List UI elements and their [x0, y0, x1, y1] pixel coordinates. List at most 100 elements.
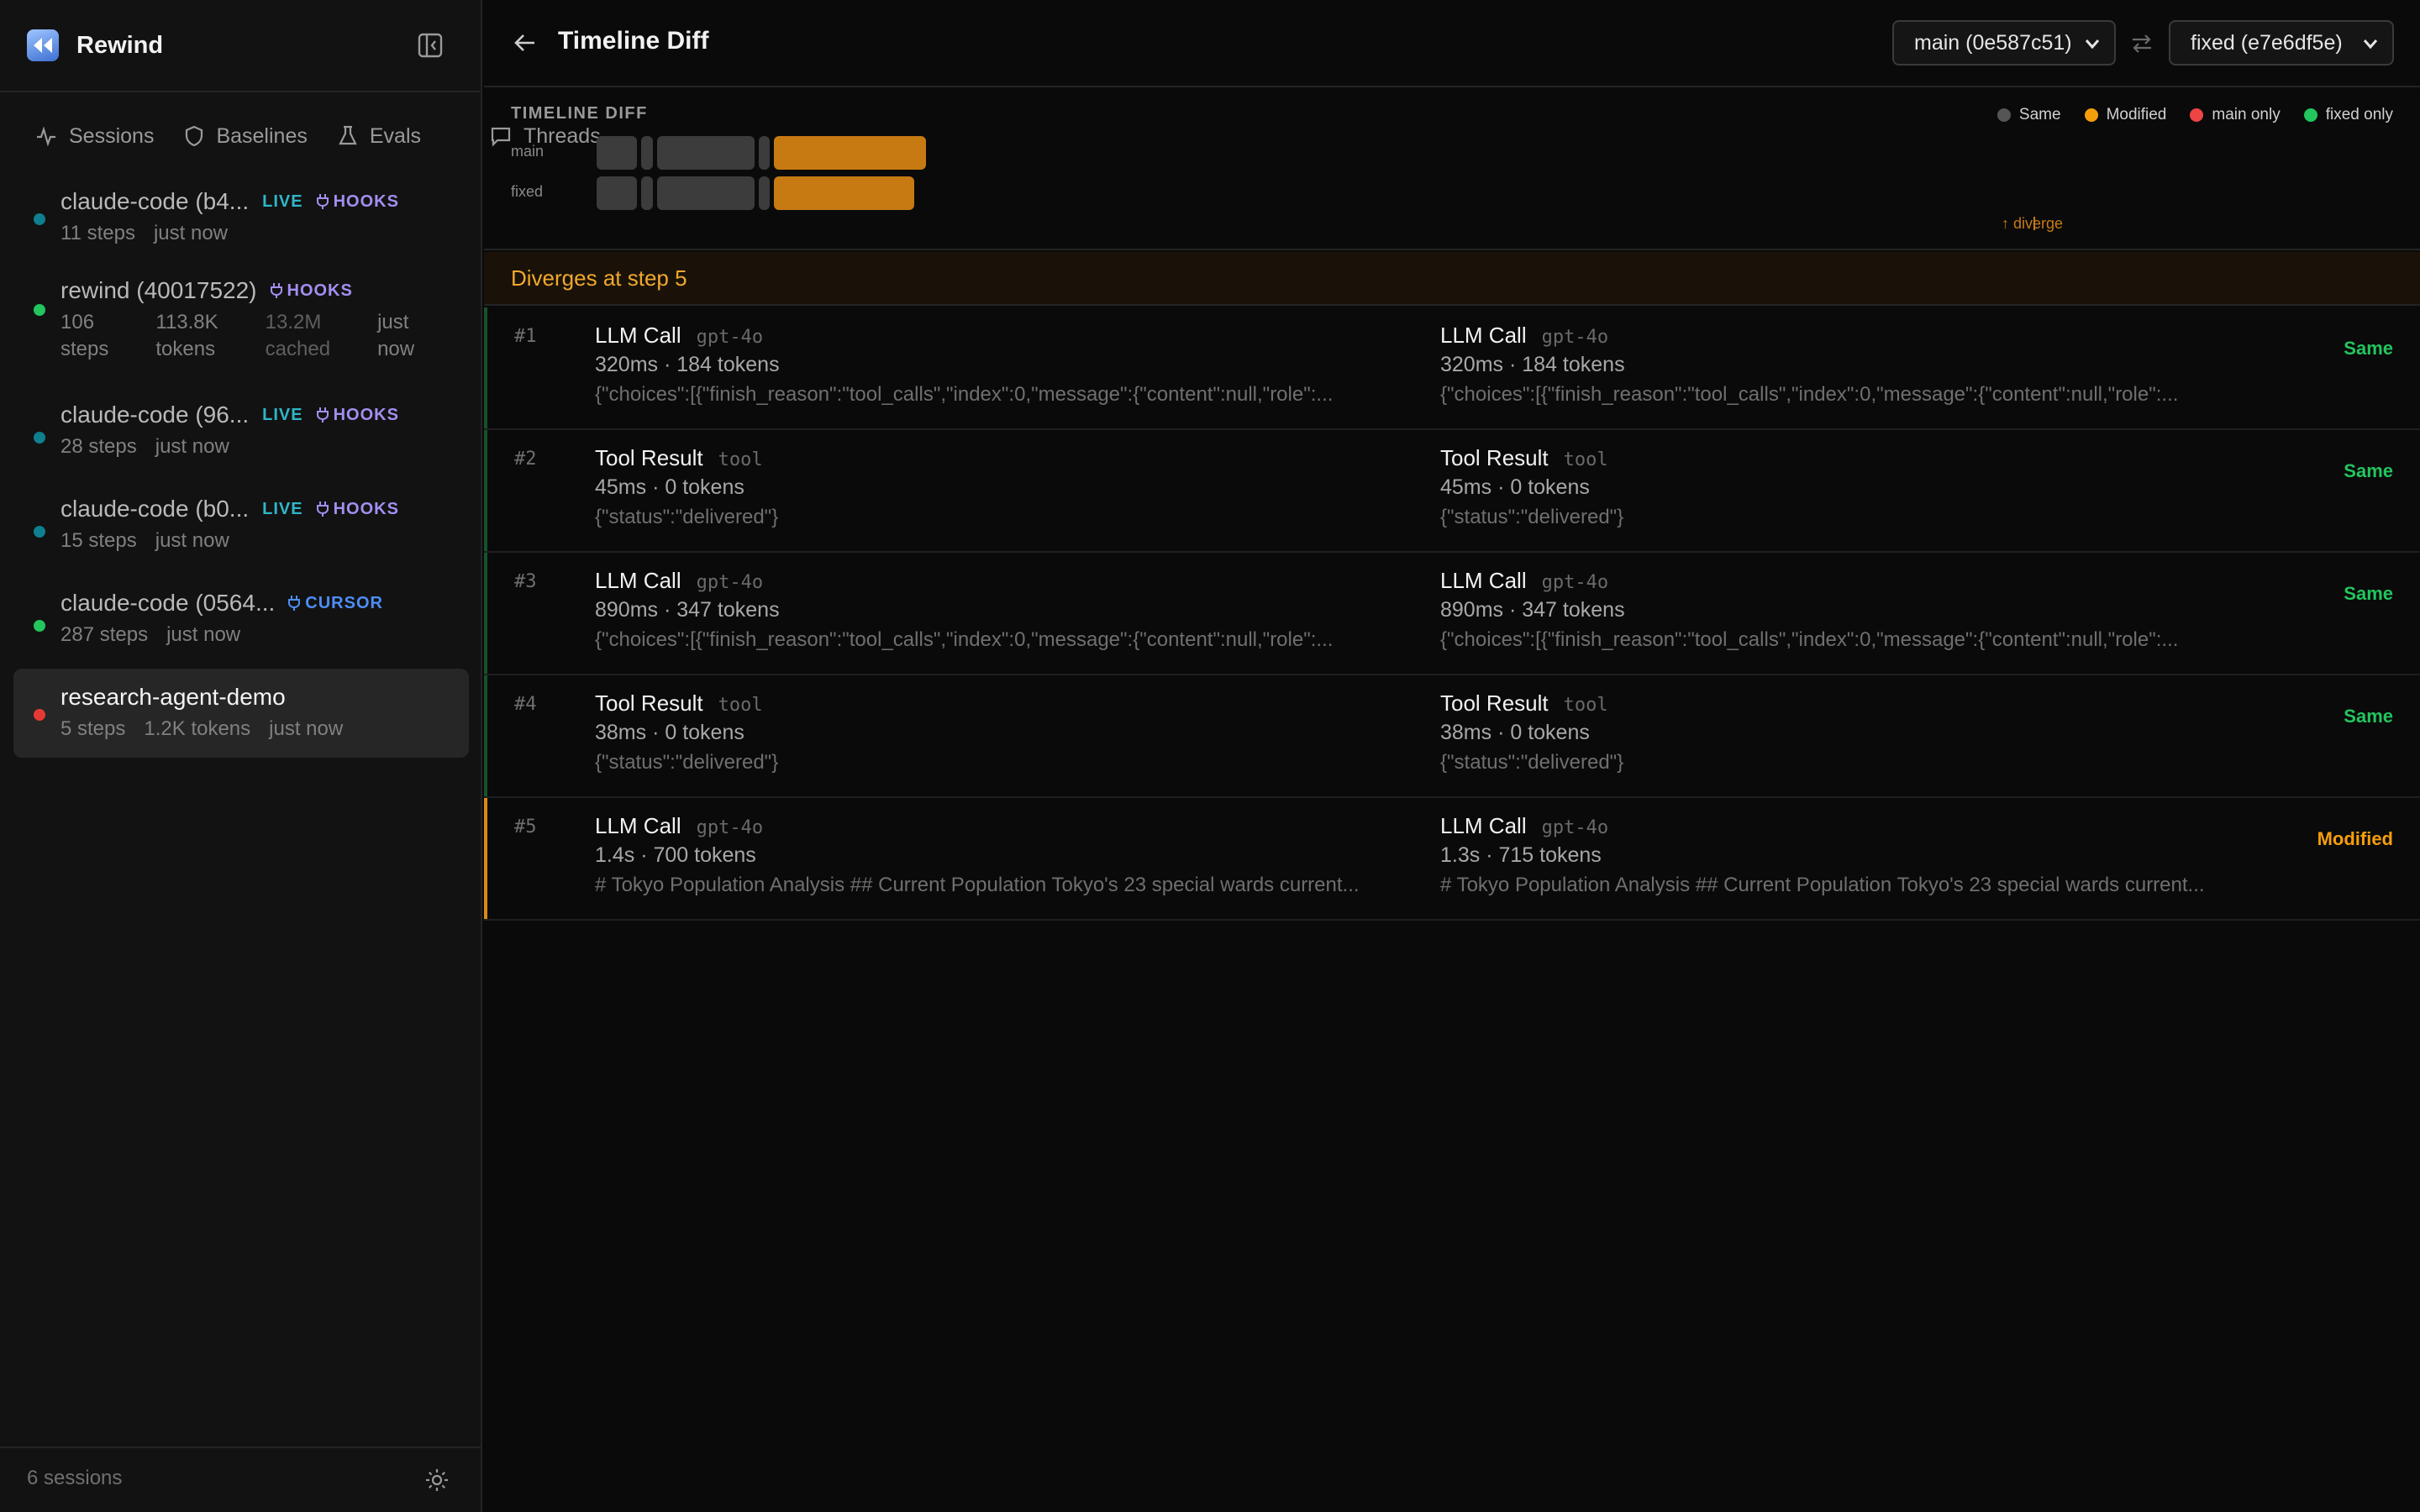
right-step: Tool Result tool 45ms · 0 tokens {"status… — [1440, 445, 2264, 534]
session-steps: 28 steps — [60, 435, 137, 458]
session-steps: 15 steps — [60, 529, 137, 552]
brand[interactable]: Rewind — [27, 29, 163, 62]
step-number: #1 — [514, 326, 537, 347]
legend-swatch — [1996, 108, 2011, 122]
live-badge: LIVE — [262, 192, 303, 211]
legend-label: Same — [2018, 106, 2061, 123]
step-name: LLM Call — [1440, 813, 1527, 838]
timeline-segment-same[interactable] — [657, 176, 755, 210]
step-stats: 45ms · 0 tokens — [1440, 475, 1590, 499]
session-steps: 5 steps — [60, 717, 126, 740]
session-item[interactable]: claude-code (96... LIVE HOOKS 28 steps j… — [13, 386, 469, 480]
plug-icon — [270, 283, 282, 298]
timeline-segment-modified[interactable] — [774, 176, 914, 210]
divergence-banner: Diverges at step 5 — [484, 252, 2420, 306]
meta-value: 106 — [60, 311, 95, 333]
lane-label-main: main — [511, 143, 544, 160]
step-diff-row[interactable]: #1 LLM Call gpt-4o 320ms · 184 tokens {"c… — [484, 307, 2420, 430]
collapse-sidebar-icon[interactable] — [417, 32, 444, 59]
left-timeline-select[interactable]: main (0e587c51) — [1892, 20, 2116, 66]
session-item[interactable]: claude-code (0564... CURSOR 287 steps ju… — [13, 575, 469, 669]
session-tokens: 1.2K tokens — [144, 717, 251, 740]
timeline-segment-same[interactable] — [641, 176, 653, 210]
activity-icon — [37, 126, 55, 147]
sidebar: Rewind Sessions Baselines Evals Threads … — [0, 0, 601, 1512]
lane-label-fixed: fixed — [511, 183, 544, 200]
overview-heading: TIMELINE DIFF — [511, 104, 648, 123]
row-accent — [484, 430, 487, 551]
badge-label: HOOKS — [333, 192, 399, 211]
timeline-segment-same[interactable] — [759, 136, 770, 170]
main-panel: Timeline Diff main (0e587c51) fixed (e7e… — [484, 0, 2420, 1512]
status-dot — [34, 526, 45, 538]
step-diff-row[interactable]: #2 Tool Result tool 45ms · 0 tokens {"sta… — [484, 430, 2420, 553]
session-title: claude-code (b4... — [60, 188, 250, 214]
session-item[interactable]: claude-code (b4... LIVE HOOKS 11 steps j… — [13, 173, 469, 262]
step-stats: 38ms · 0 tokens — [1440, 721, 1590, 744]
right-timeline-select[interactable]: fixed (e7e6df5e) — [2169, 20, 2394, 66]
step-diff-row[interactable]: #5 LLM Call gpt-4o 1.4s · 700 tokens # To… — [484, 798, 2420, 921]
step-stats: 38ms · 0 tokens — [595, 721, 744, 744]
chevron-down-icon — [2085, 39, 2100, 50]
step-type: gpt-4o — [696, 817, 764, 838]
left-step: LLM Call gpt-4o 320ms · 184 tokens {"choi… — [595, 323, 1418, 412]
step-diff-list: #1 LLM Call gpt-4o 320ms · 184 tokens {"c… — [484, 307, 2420, 921]
shield-icon — [186, 125, 203, 147]
step-body: # Tokyo Population Analysis ## Current P… — [595, 874, 1360, 896]
timeline-segment-modified[interactable] — [774, 136, 926, 170]
meta-unit: cached — [265, 338, 331, 360]
step-name: LLM Call — [1440, 323, 1527, 348]
step-body: # Tokyo Population Analysis ## Current P… — [1440, 874, 2205, 896]
left-step: LLM Call gpt-4o 1.4s · 700 tokens # Tokyo… — [595, 813, 1418, 902]
legend-label: Modified — [2106, 106, 2167, 123]
status-dot — [34, 213, 45, 225]
footer-divider — [0, 1446, 482, 1448]
timeline-segment-same[interactable] — [597, 176, 637, 210]
session-time: just now — [269, 717, 344, 740]
step-number: #5 — [514, 816, 537, 837]
diff-status: Modified — [2317, 828, 2393, 849]
sidebar-tabs: Sessions Baselines Evals — [35, 119, 451, 153]
step-diff-row[interactable]: #3 LLM Call gpt-4o 890ms · 347 tokens {"c… — [484, 553, 2420, 675]
row-accent — [484, 307, 487, 428]
session-item[interactable]: claude-code (b0... LIVE HOOKS 15 steps j… — [13, 480, 469, 575]
badge-label: HOOKS — [333, 405, 399, 424]
step-type: gpt-4o — [1541, 817, 1609, 838]
tab-sessions[interactable]: Sessions — [35, 119, 154, 153]
session-item[interactable]: rewind (40017522) HOOKS 106 steps 113.8K t… — [13, 262, 469, 386]
step-type: tool — [718, 695, 763, 716]
cursor-badge: CURSOR — [288, 594, 383, 613]
live-badge: LIVE — [262, 499, 303, 518]
tab-baselines[interactable]: Baselines — [184, 119, 308, 153]
back-arrow-icon[interactable] — [513, 30, 538, 60]
step-number: #4 — [514, 694, 537, 715]
timeline-segment-same[interactable] — [641, 136, 653, 170]
legend-item-same: Same — [1996, 106, 2061, 124]
step-diff-row[interactable]: #4 Tool Result tool 38ms · 0 tokens {"sta… — [484, 675, 2420, 798]
timeline-segment-same[interactable] — [597, 136, 637, 170]
swap-icon[interactable] — [2129, 32, 2154, 60]
session-time: just now — [166, 623, 241, 646]
timeline-segment-same[interactable] — [759, 176, 770, 210]
tab-label: Baselines — [216, 123, 308, 148]
right-step: LLM Call gpt-4o 320ms · 184 tokens {"choi… — [1440, 323, 2264, 412]
session-time: just now — [155, 435, 229, 458]
theme-toggle-sun-icon[interactable] — [424, 1467, 450, 1498]
legend-label: main only — [2212, 106, 2281, 123]
step-body: {"choices":[{"finish_reason":"tool_calls… — [595, 628, 1334, 651]
session-item-active[interactable]: research-agent-demo 5 steps 1.2K tokens … — [13, 669, 469, 758]
diff-status: Same — [2344, 706, 2393, 727]
flask-icon — [339, 125, 357, 145]
top-bar: Timeline Diff main (0e587c51) fixed (e7e… — [484, 0, 2420, 87]
legend: Same Modified main only fixed only — [1974, 106, 2393, 124]
plug-icon — [316, 194, 329, 209]
app-name: Rewind — [76, 31, 164, 59]
step-body: {"choices":[{"finish_reason":"tool_calls… — [595, 383, 1334, 406]
step-number: #3 — [514, 571, 537, 592]
meta-time: just now — [377, 309, 438, 363]
tab-evals[interactable]: Evals — [338, 119, 421, 153]
step-stats: 1.4s · 700 tokens — [595, 843, 756, 867]
left-step: Tool Result tool 38ms · 0 tokens {"status… — [595, 690, 1418, 780]
legend-swatch — [2190, 108, 2204, 122]
timeline-segment-same[interactable] — [657, 136, 755, 170]
